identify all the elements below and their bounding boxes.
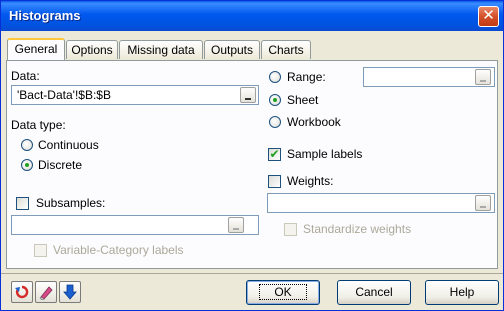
workbook-radio[interactable] (269, 116, 281, 128)
weights-checkbox[interactable] (268, 175, 281, 188)
data-type-label: Data type: (11, 118, 66, 132)
continuous-radio[interactable] (21, 139, 33, 151)
eraser-icon (39, 286, 53, 300)
weights-label[interactable]: Weights: (287, 174, 333, 188)
variable-category-label: Variable-Category labels (53, 243, 184, 257)
histograms-dialog: Histograms ✕ General Options Missing dat… (0, 0, 504, 311)
tab-charts[interactable]: Charts (261, 40, 311, 59)
weights-input[interactable] (267, 193, 495, 213)
subsamples-input[interactable] (11, 215, 259, 235)
reset-button[interactable] (11, 281, 33, 303)
title-bar[interactable]: Histograms ✕ (1, 1, 503, 31)
range-browse-button[interactable] (475, 69, 491, 85)
data-input-value: 'Bact-Data'!$B:$B (17, 88, 111, 102)
tab-outputs[interactable]: Outputs (204, 40, 260, 59)
standardize-weights-checkbox (284, 223, 297, 236)
move-down-button[interactable] (59, 281, 81, 303)
cancel-button[interactable]: Cancel (337, 280, 411, 305)
weights-browse-button[interactable] (475, 195, 491, 211)
subsamples-browse-button[interactable] (228, 217, 244, 233)
discrete-label[interactable]: Discrete (38, 158, 82, 172)
standardize-weights-label: Standardize weights (303, 222, 412, 236)
ok-button-label: OK (259, 284, 307, 300)
range-radio[interactable] (269, 71, 281, 83)
sheet-label[interactable]: Sheet (287, 93, 318, 107)
discrete-radio[interactable] (21, 159, 33, 171)
sheet-radio[interactable] (269, 94, 281, 106)
reset-icon (15, 285, 29, 299)
continuous-label[interactable]: Continuous (38, 138, 99, 152)
tab-general[interactable]: General (7, 38, 65, 60)
subsamples-label[interactable]: Subsamples: (36, 196, 105, 210)
data-label: Data: (11, 69, 40, 83)
variable-category-checkbox (34, 244, 47, 257)
close-button[interactable]: ✕ (478, 6, 499, 27)
window-title: Histograms (9, 8, 81, 23)
footer-separator (1, 273, 503, 274)
arrow-down-icon (63, 284, 77, 300)
tab-missing-data[interactable]: Missing data (119, 40, 203, 59)
tab-options[interactable]: Options (66, 40, 118, 59)
subsamples-checkbox[interactable] (16, 197, 29, 210)
help-button[interactable]: Help (425, 280, 499, 305)
workbook-label[interactable]: Workbook (287, 115, 341, 129)
data-input[interactable]: 'Bact-Data'!$B:$B (11, 85, 259, 105)
sample-labels-checkbox[interactable]: ✔ (268, 148, 281, 161)
sample-labels-label[interactable]: Sample labels (287, 147, 362, 161)
clear-button[interactable] (35, 281, 57, 303)
range-label[interactable]: Range: (287, 70, 326, 84)
data-browse-button[interactable] (240, 87, 256, 103)
ok-button[interactable]: OK (246, 280, 320, 305)
